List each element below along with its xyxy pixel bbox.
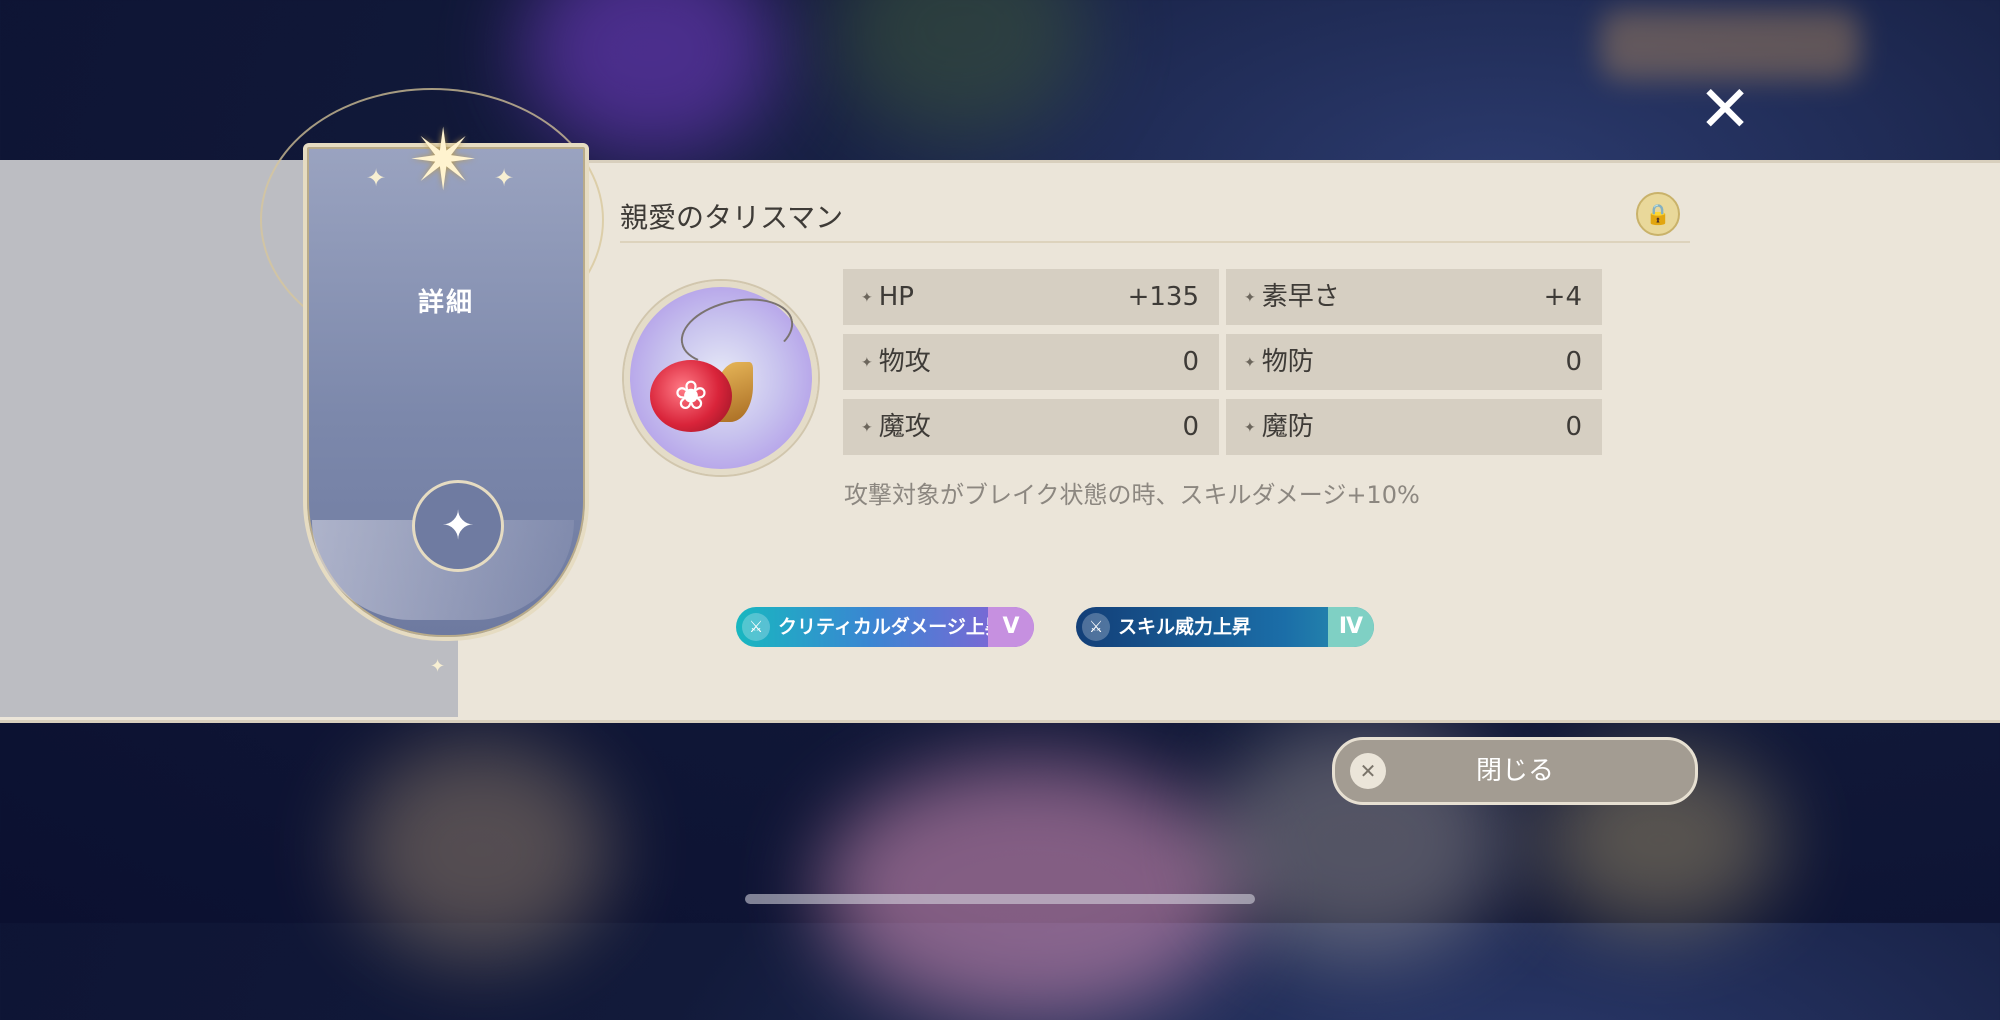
stat-label: 物防 — [1244, 334, 1314, 391]
stat-value: 0 — [1565, 347, 1582, 377]
stat-label: 魔攻 — [861, 399, 931, 456]
background-glow — [350, 740, 610, 960]
lock-icon[interactable]: 🔒 — [1636, 192, 1680, 236]
background-glow — [820, 760, 1240, 1020]
close-icon[interactable]: ✕ — [1695, 78, 1755, 142]
tag-skill-power[interactable]: ⚔ スキル威力上昇 Ⅳ — [1076, 607, 1374, 647]
item-name: 親愛のタリスマン — [620, 201, 844, 234]
background-glow — [830, 0, 1090, 140]
tag-label: スキル威力上昇 — [1118, 616, 1252, 638]
stat-physical-attack: 物攻 0 — [843, 334, 1219, 390]
sword-icon: ⚔ — [1082, 613, 1110, 641]
stat-value: +135 — [1127, 282, 1199, 312]
stat-label: 物攻 — [861, 334, 931, 391]
item-description: 攻撃対象がブレイク状態の時、スキルダメージ+10% — [844, 481, 1420, 509]
sword-icon: ⚔ — [742, 613, 770, 641]
stat-speed: 素早さ +4 — [1226, 269, 1602, 325]
stat-label: HP — [861, 269, 914, 326]
tag-label: クリティカルダメージ上昇 — [778, 616, 1004, 638]
rose-pendant-icon: ❀ — [650, 360, 732, 432]
stat-magic-attack: 魔攻 0 — [843, 399, 1219, 455]
title-divider — [620, 241, 1690, 243]
star-emblem-icon: ✦ — [412, 480, 504, 572]
tag-crit-damage[interactable]: ⚔ クリティカルダメージ上昇 V — [736, 607, 1034, 647]
sparkle-icon: ✦ — [430, 656, 446, 677]
stat-value: +4 — [1543, 282, 1582, 312]
stat-value: 0 — [1565, 412, 1582, 442]
stat-value: 0 — [1182, 412, 1199, 442]
tag-level: Ⅳ — [1328, 607, 1374, 647]
stat-value: 0 — [1182, 347, 1199, 377]
stat-physical-defense: 物防 0 — [1226, 334, 1602, 390]
stat-hp: HP +135 — [843, 269, 1219, 325]
background-glow — [1600, 10, 1860, 80]
card-label: 詳細 — [417, 288, 474, 318]
close-button[interactable]: ✕ 閉じる — [1332, 737, 1698, 805]
close-button-label: 閉じる — [1475, 756, 1554, 786]
compass-star-icon: ✴ — [408, 111, 480, 209]
home-indicator[interactable] — [745, 894, 1255, 904]
stat-label: 魔防 — [1244, 399, 1314, 456]
sparkle-icon: ✦ — [366, 164, 387, 192]
tag-level: V — [988, 607, 1034, 647]
sparkle-icon: ✦ — [494, 164, 515, 192]
stat-label: 素早さ — [1244, 269, 1340, 326]
stat-magic-defense: 魔防 0 — [1226, 399, 1602, 455]
